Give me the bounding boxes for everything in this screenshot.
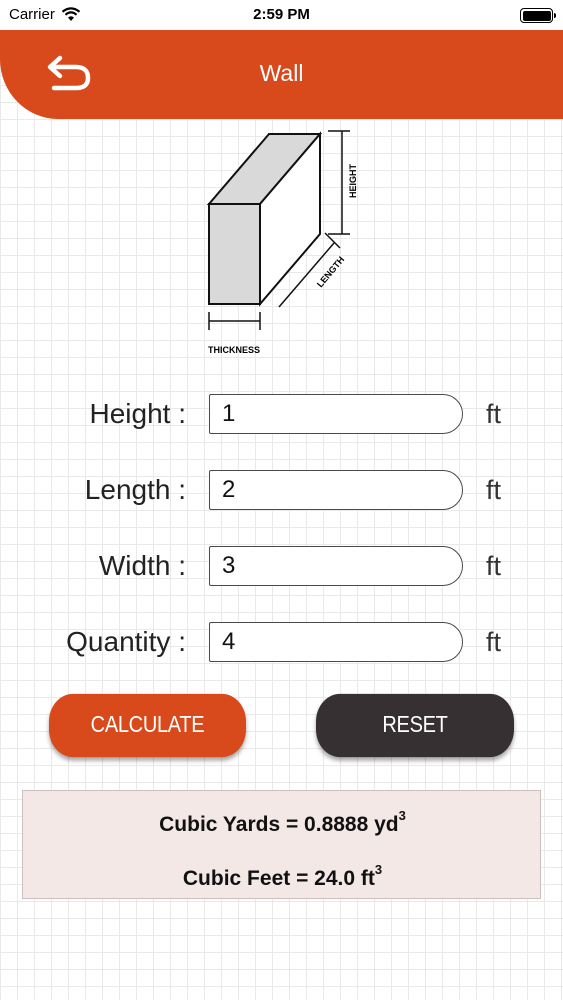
- width-unit: ft: [486, 551, 502, 581]
- quantity-unit: ft: [486, 627, 502, 657]
- results-panel: Cubic Yards = 0.8888 yd3 Cubic Feet = 24…: [22, 790, 541, 899]
- length-label: Length :: [84, 474, 186, 505]
- height-unit: ft: [486, 399, 502, 429]
- cubic-yards-text: Cubic Yards = 0.8888 yd: [159, 813, 399, 836]
- cubic-feet-text: Cubic Feet = 24.0 ft: [182, 867, 375, 890]
- thickness-dimension-label: THICKNESS: [208, 345, 260, 355]
- length-row: Length : ft: [0, 470, 563, 512]
- height-label: Height :: [89, 398, 187, 429]
- quantity-label: Quantity :: [66, 626, 186, 657]
- quantity-input[interactable]: [209, 622, 463, 662]
- cubic-yards-exponent: 3: [398, 808, 406, 823]
- height-dimension-label: HEIGHT: [348, 163, 358, 198]
- cubic-feet-result: Cubic Feet = 24.0 ft3: [23, 862, 542, 891]
- reset-button[interactable]: RESET: [316, 693, 514, 758]
- length-unit: ft: [486, 475, 502, 505]
- calculate-button[interactable]: CALCULATE: [49, 693, 246, 758]
- cubic-yards-result: Cubic Yards = 0.8888 yd3: [23, 808, 542, 837]
- status-bar: Carrier 2:59 PM: [0, 0, 563, 30]
- height-row: Height : ft: [0, 394, 563, 436]
- battery-icon: [520, 8, 556, 23]
- length-input[interactable]: [209, 470, 463, 510]
- quantity-row: Quantity : ft: [0, 622, 563, 664]
- header-bar: Wall: [0, 30, 563, 119]
- height-input[interactable]: [209, 394, 463, 434]
- width-row: Width : ft: [0, 546, 563, 588]
- wall-diagram: HEIGHT LENGTH THICKNESS: [206, 130, 358, 355]
- width-label: Width :: [98, 550, 186, 581]
- page-title: Wall: [259, 60, 304, 86]
- status-time: 2:59 PM: [253, 6, 310, 23]
- width-input[interactable]: [209, 546, 463, 586]
- cubic-feet-exponent: 3: [374, 862, 383, 877]
